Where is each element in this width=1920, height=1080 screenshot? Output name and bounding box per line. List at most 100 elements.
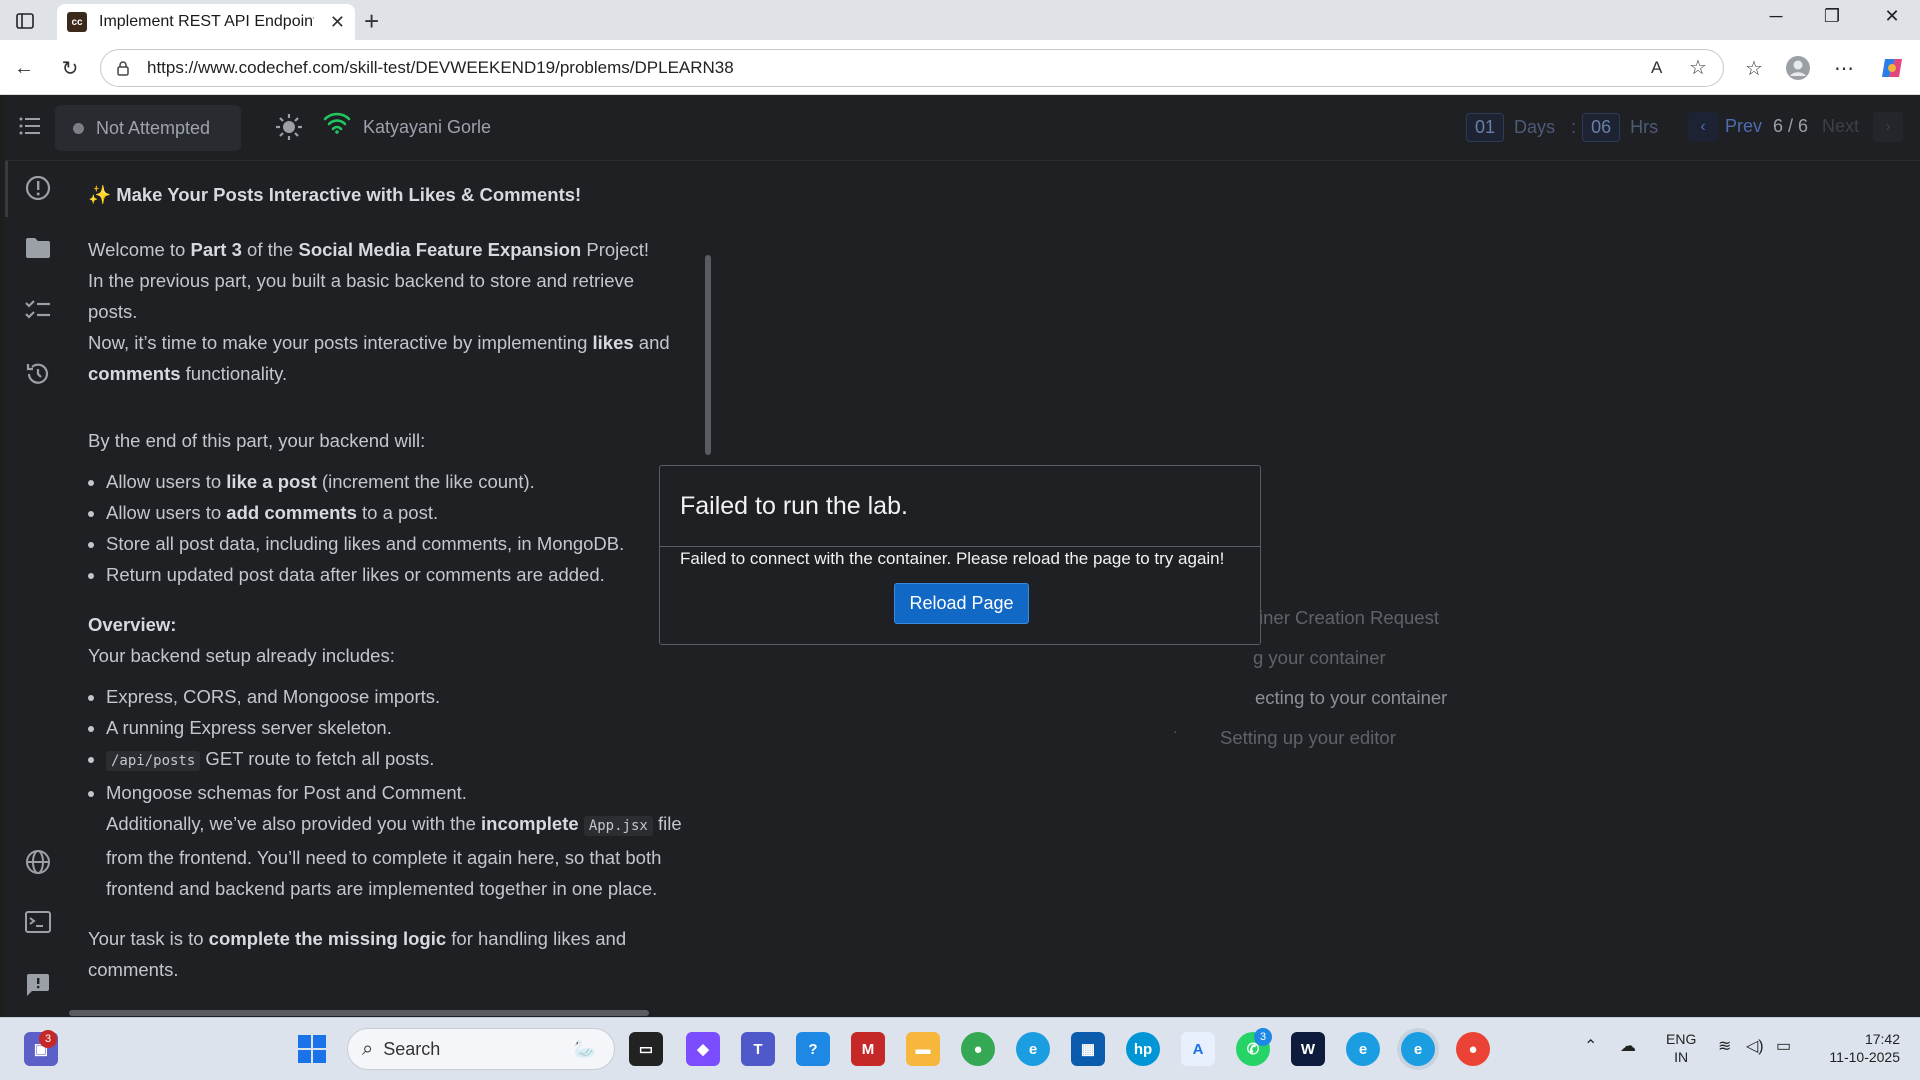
show-hidden-icons-chevron-icon[interactable]: ⌃: [1584, 1038, 1597, 1056]
step-bullet-icon: ·: [1173, 723, 1178, 739]
lab-step-starting: g your container: [1253, 647, 1386, 668]
task-paragraph: Your task is to complete the missing log…: [88, 928, 627, 980]
file-explorer-icon[interactable]: ▬: [906, 1032, 940, 1066]
prev-button[interactable]: Prev: [1725, 116, 1762, 137]
lab-step-connecting: ecting to your container: [1255, 687, 1448, 708]
back-icon[interactable]: ←: [10, 54, 38, 82]
modal-divider: [660, 546, 1260, 547]
chrome-profile-icon[interactable]: ●: [1456, 1032, 1490, 1066]
terminal-icon[interactable]: [25, 911, 51, 937]
list-item: Allow users to add comments to a post.: [106, 497, 688, 528]
edge-icon[interactable]: e: [1016, 1032, 1050, 1066]
clock[interactable]: 17:42 11-10-2025: [1816, 1030, 1900, 1066]
intro-paragraph: Welcome to Part 3 of the Social Media Fe…: [88, 239, 670, 384]
browser-tab-active[interactable]: cc Implement REST API Endpoints fo ✕: [57, 4, 355, 40]
modal-title: Failed to run the lab.: [680, 492, 908, 520]
more-menu-icon[interactable]: ⋯: [1830, 54, 1858, 82]
list-item: Mongoose schemas for Post and Comment. A…: [106, 777, 688, 904]
clock-date: 11-10-2025: [1829, 1049, 1900, 1065]
includes-list: Express, CORS, and Mongoose imports. A r…: [106, 681, 688, 904]
search-highlight-icon: 🦢: [573, 1038, 596, 1059]
hrs-value: 06: [1582, 112, 1621, 142]
store-icon[interactable]: ▦: [1071, 1032, 1105, 1066]
webex-icon[interactable]: W: [1291, 1032, 1325, 1066]
copilot-taskbar-icon[interactable]: ◆: [686, 1032, 720, 1066]
windows-start-icon[interactable]: [295, 1032, 329, 1066]
list-item: A running Express server skeleton.: [106, 712, 688, 743]
vertical-scrollbar[interactable]: [705, 255, 711, 455]
mcafee-icon[interactable]: M: [851, 1032, 885, 1066]
wifi-icon[interactable]: ≋: [1718, 1038, 1731, 1056]
edge-active-icon[interactable]: e: [1401, 1032, 1435, 1066]
address-bar[interactable]: https://www.codechef.com/skill-test/DEVW…: [100, 49, 1724, 87]
reload-page-button[interactable]: Reload Page: [894, 583, 1029, 624]
horizontal-scrollbar[interactable]: [69, 1010, 649, 1016]
goals-list: Allow users to like a post (increment th…: [106, 466, 688, 590]
url-text[interactable]: https://www.codechef.com/skill-test/DEVW…: [147, 58, 734, 78]
folder-icon[interactable]: [25, 237, 51, 263]
sidebar-toggle-icon[interactable]: [12, 8, 38, 34]
codechef-favicon-icon: cc: [67, 12, 87, 32]
left-sidebar: [5, 161, 69, 1017]
error-modal: Failed to run the lab. Failed to connect…: [659, 465, 1261, 645]
problem-info-icon[interactable]: [25, 175, 51, 201]
new-tab-icon[interactable]: +: [364, 6, 379, 37]
battery-icon[interactable]: ▭: [1776, 1038, 1791, 1056]
profile-avatar-icon[interactable]: [1784, 54, 1812, 82]
browser-tab-strip: cc Implement REST API Endpoints fo ✕ + ─…: [0, 0, 1920, 40]
active-indicator: [5, 161, 8, 217]
days-label: Days: [1514, 116, 1556, 137]
user-name: Katyayani Gorle: [363, 117, 492, 137]
app-a-icon[interactable]: A: [1181, 1032, 1215, 1066]
feedback-icon[interactable]: [25, 973, 51, 999]
theme-toggle-sun-icon[interactable]: [275, 113, 303, 146]
lang-top: ENG: [1666, 1031, 1697, 1047]
address-bar-row: ← ↻ https://www.codechef.com/skill-test/…: [0, 40, 1920, 95]
taskbar-search[interactable]: ⌕ Search 🦢: [347, 1028, 615, 1070]
site-info-icon[interactable]: [115, 60, 131, 76]
list-item: Store all post data, including likes and…: [106, 528, 688, 559]
refresh-icon[interactable]: ↻: [56, 54, 84, 82]
edge-dev-icon[interactable]: e: [1346, 1032, 1380, 1066]
overview-title: Overview:: [88, 614, 177, 635]
hrs-label: Hrs: [1630, 116, 1659, 137]
menu-list-icon[interactable]: [19, 116, 41, 141]
lang-bottom: IN: [1674, 1049, 1689, 1065]
app-topbar: Not Attempted Katyayani Gorle 01 Days : …: [5, 95, 1920, 161]
problem-heading: ✨ Make Your Posts Interactive with Likes…: [88, 179, 688, 210]
windows-taskbar: ▣ 3 ⌕ Search 🦢 ▭ ◆ T ? M ▬ ● e ▦ hp A ✆ …: [0, 1017, 1920, 1080]
tab-title: Implement REST API Endpoints fo: [99, 13, 314, 30]
globe-icon[interactable]: [25, 849, 51, 875]
checklist-icon[interactable]: [25, 299, 51, 325]
favorite-star-icon[interactable]: ☆: [1689, 55, 1707, 80]
search-placeholder: Search: [383, 1038, 441, 1059]
task-view-icon[interactable]: ▭: [629, 1032, 663, 1066]
whatsapp-badge: 3: [1254, 1028, 1272, 1046]
language-indicator[interactable]: ENG IN: [1666, 1030, 1696, 1066]
close-tab-icon[interactable]: ✕: [330, 12, 345, 33]
prev-chevron-icon[interactable]: ‹: [1688, 112, 1718, 142]
read-aloud-icon[interactable]: A: [1651, 58, 1662, 78]
next-chevron-icon[interactable]: ›: [1873, 112, 1903, 142]
minimize-icon[interactable]: ─: [1756, 6, 1796, 27]
favorites-icon[interactable]: ☆: [1740, 54, 1768, 82]
hp-icon[interactable]: hp: [1126, 1032, 1160, 1066]
clock-time: 17:42: [1864, 1031, 1900, 1047]
teams-icon[interactable]: T: [741, 1032, 775, 1066]
close-window-icon[interactable]: ✕: [1872, 6, 1912, 27]
countdown-timer: 01 Days : 06 Hrs: [1466, 112, 1668, 142]
restore-icon[interactable]: ❐: [1812, 6, 1852, 27]
cloud-off-icon[interactable]: ☁: [1620, 1038, 1636, 1056]
problem-heading-text: Make Your Posts Interactive with Likes &…: [116, 184, 582, 205]
status-label: Not Attempted: [96, 117, 211, 138]
modal-message: Failed to connect with the container. Pl…: [680, 549, 1225, 568]
copilot-icon[interactable]: [1878, 54, 1906, 82]
history-icon[interactable]: [25, 361, 51, 387]
volume-icon[interactable]: ◁): [1746, 1038, 1764, 1056]
chrome-icon[interactable]: ●: [961, 1032, 995, 1066]
days-value: 01: [1466, 112, 1505, 142]
status-dot-icon: [73, 122, 84, 134]
next-button[interactable]: Next: [1822, 116, 1859, 137]
get-help-icon[interactable]: ?: [796, 1032, 830, 1066]
timer-colon: :: [1571, 116, 1577, 137]
